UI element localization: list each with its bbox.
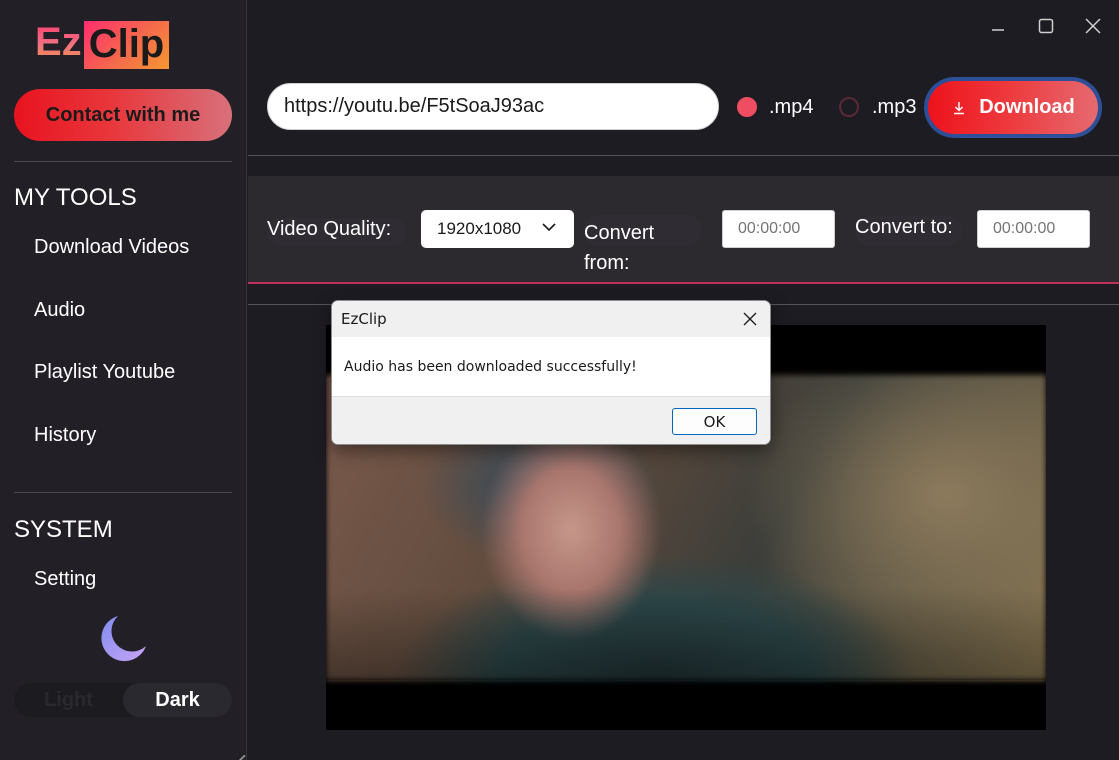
theme-toggle[interactable]: Light Dark bbox=[14, 683, 232, 717]
format-radio-mp4[interactable] bbox=[737, 97, 757, 117]
logo-text-ez: Ez bbox=[33, 19, 84, 69]
system-heading: SYSTEM bbox=[14, 516, 113, 543]
toolbar-divider bbox=[248, 155, 1119, 156]
chevron-down-icon bbox=[542, 223, 556, 232]
convert-from-label: Convert from: bbox=[584, 218, 654, 278]
sidebar-divider bbox=[14, 492, 232, 493]
video-quality-value: 1920x1080 bbox=[437, 219, 522, 238]
dialog-body: Audio has been downloaded successfully! bbox=[332, 337, 770, 396]
sidebar-divider bbox=[14, 161, 232, 162]
contact-button-label: Contact with me bbox=[45, 103, 201, 126]
sidebar: Ez Clip Contact with me MY TOOLS Downloa… bbox=[0, 0, 247, 760]
minimize-icon[interactable] bbox=[984, 12, 1012, 40]
sidebar-item-history[interactable]: History bbox=[34, 424, 96, 447]
settings-accent-line bbox=[248, 282, 1119, 284]
download-icon bbox=[954, 101, 965, 114]
convert-from-input[interactable] bbox=[722, 210, 835, 248]
logo-text-clip: Clip bbox=[83, 21, 170, 69]
dialog-close-icon[interactable] bbox=[738, 307, 762, 331]
ezclip-logo: Ez Clip bbox=[33, 19, 183, 69]
download-button-inner: Download bbox=[928, 81, 1098, 134]
maximize-icon[interactable] bbox=[1032, 12, 1060, 40]
sidebar-item-download-videos[interactable]: Download Videos bbox=[34, 236, 189, 259]
video-quality-select[interactable]: 1920x1080 bbox=[421, 210, 574, 248]
dialog-ok-button[interactable]: OK bbox=[672, 408, 757, 435]
my-tools-heading: MY TOOLS bbox=[14, 184, 137, 211]
dialog-title: EzClip bbox=[341, 310, 387, 328]
theme-dark-option[interactable]: Dark bbox=[123, 683, 232, 717]
format-label-mp4: .mp4 bbox=[769, 96, 814, 118]
sidebar-item-playlist-youtube[interactable]: Playlist Youtube bbox=[34, 361, 175, 384]
download-button-label: Download bbox=[979, 96, 1075, 118]
dialog-footer: OK bbox=[332, 396, 770, 444]
convert-to-label: Convert to: bbox=[855, 216, 962, 246]
sidebar-item-setting[interactable]: Setting bbox=[34, 568, 96, 591]
download-button[interactable]: Download bbox=[924, 77, 1102, 138]
theme-light-option[interactable]: Light bbox=[14, 683, 123, 717]
resize-grip[interactable] bbox=[234, 750, 246, 760]
convert-to-input[interactable] bbox=[977, 210, 1090, 248]
format-radio-mp3[interactable] bbox=[839, 97, 859, 117]
close-icon[interactable] bbox=[1079, 12, 1107, 40]
video-quality-label: Video Quality: bbox=[267, 218, 406, 246]
sidebar-item-audio[interactable]: Audio bbox=[34, 299, 85, 322]
url-input[interactable] bbox=[267, 83, 719, 130]
moon-icon[interactable] bbox=[96, 612, 150, 666]
format-label-mp3: .mp3 bbox=[872, 96, 917, 118]
convert-from-label-line2: from: bbox=[584, 252, 630, 274]
dialog-titlebar: EzClip bbox=[332, 301, 770, 337]
message-dialog: EzClip Audio has been downloaded success… bbox=[331, 300, 771, 445]
ezclip-app: Ez Clip Contact with me MY TOOLS Downloa… bbox=[0, 0, 1119, 760]
contact-button[interactable]: Contact with me bbox=[14, 89, 232, 141]
convert-from-label-line1: Convert bbox=[584, 222, 655, 244]
dialog-message: Audio has been downloaded successfully! bbox=[344, 358, 637, 375]
